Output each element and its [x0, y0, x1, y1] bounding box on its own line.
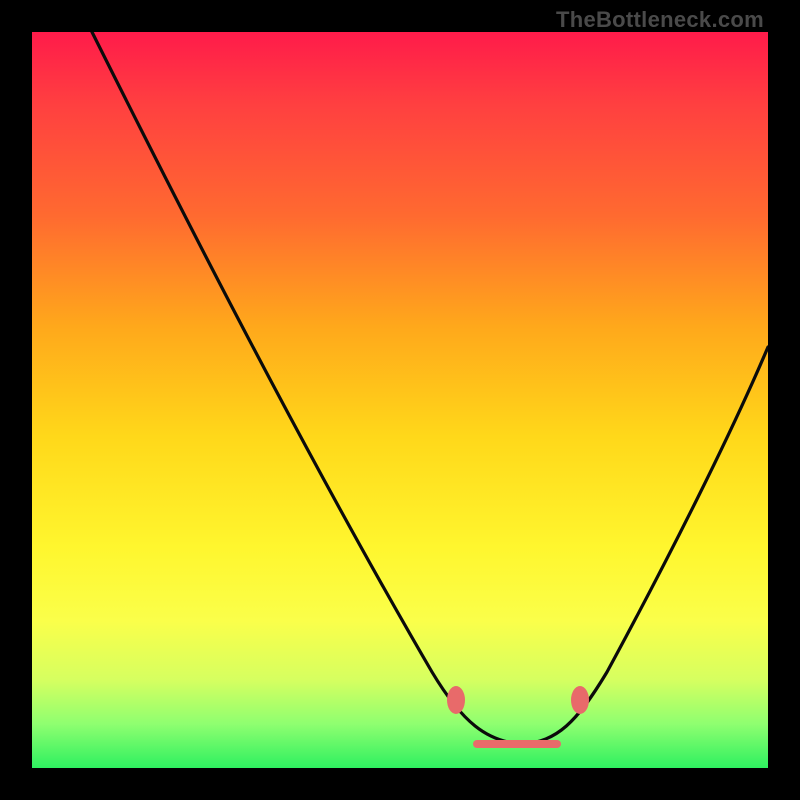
marker-right: [571, 686, 589, 714]
chart-container: TheBottleneck.com: [0, 0, 800, 800]
plot-area: [32, 32, 768, 768]
bottleneck-curve: [92, 32, 768, 744]
curve-layer: [32, 32, 768, 768]
watermark-text: TheBottleneck.com: [556, 7, 764, 33]
marker-left: [447, 686, 465, 714]
